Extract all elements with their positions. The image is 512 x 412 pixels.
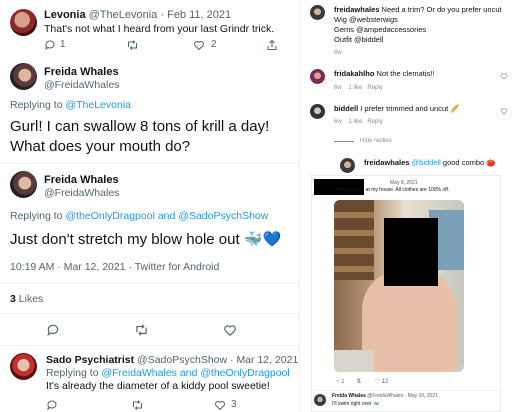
- like-icon[interactable]: [193, 39, 205, 51]
- comment3-text: I prefer trimmed and uncut: [360, 104, 449, 113]
- comment1-text: Need a trim? Or do you prefer uncut: [381, 5, 502, 14]
- tweet1-handle[interactable]: @TheLevonia: [89, 9, 158, 21]
- biddell-avatar[interactable]: [310, 104, 325, 119]
- tweet1-header: Levonia @TheLevonia · Feb 11, 2021: [44, 9, 232, 21]
- mention-link[interactable]: @FreidaWhales: [101, 367, 176, 379]
- mention-link[interactable]: @SadoPsychShow: [178, 210, 268, 222]
- reply-icon[interactable]: [46, 323, 60, 337]
- heart-icon[interactable]: [500, 107, 508, 115]
- freidawhales-avatar[interactable]: [340, 158, 355, 173]
- reply-icon[interactable]: ○: [336, 379, 340, 385]
- shot-date: May 8, 2021: [390, 180, 418, 186]
- comment3: biddell I prefer trimmed and uncut 🥖: [334, 104, 460, 114]
- divider: [334, 141, 354, 142]
- tweet3-replying: Replying to @theOnlyDragpool and @SadoPs…: [10, 210, 269, 222]
- whale-heart-emoji: 🐳💙: [243, 231, 282, 248]
- retweet-icon[interactable]: [126, 39, 139, 51]
- tweet2-handle[interactable]: @FreidaWhales: [44, 79, 119, 91]
- fridakahlho-avatar[interactable]: [310, 69, 325, 84]
- hide-replies-button[interactable]: Hide replies: [360, 138, 392, 144]
- tweet3-handle[interactable]: @FreidaWhales: [44, 187, 119, 199]
- face-redaction: [384, 218, 438, 286]
- tweet4-replying: Replying to @FreidaWhales and @theOnlyDr…: [46, 367, 290, 379]
- bookshelf: [334, 200, 374, 280]
- reply-icon[interactable]: [46, 399, 58, 411]
- mention-link[interactable]: @theOnlyDragpool: [65, 210, 154, 222]
- comment3-likes[interactable]: 1 like: [348, 119, 362, 125]
- comment3-meta: 6w 1 like Reply: [334, 119, 383, 125]
- comment4-mention[interactable]: @biddell: [412, 158, 441, 167]
- levonia-avatar[interactable]: [10, 9, 37, 36]
- like-icon[interactable]: [223, 323, 237, 337]
- comment2: fridakahlho Not the clematis!!: [334, 69, 434, 79]
- tweet4-header: Sado Psychiatrist @SadoPsychShow · Mar 1…: [46, 354, 299, 366]
- like-icon[interactable]: [214, 399, 226, 411]
- reply-icon[interactable]: [44, 39, 56, 51]
- freidawhales-avatar[interactable]: [310, 5, 325, 20]
- comment1-line2: Wig @websterwigs: [334, 15, 398, 24]
- shot-text: Having a sale at my house. All clothes a…: [334, 187, 450, 193]
- shot-actions: ○ 1 ⇅ ♡ 12: [336, 379, 389, 385]
- tweet4-name[interactable]: Sado Psychiatrist: [46, 354, 134, 366]
- comment1-line4: Outfit @biddell: [334, 35, 384, 44]
- shot-reply-header: Freida Whales @FreidaWhales · May 10, 20…: [332, 393, 438, 399]
- comment2-reply-button[interactable]: Reply: [367, 85, 382, 91]
- mention-link[interactable]: @TheLevonia: [65, 99, 131, 111]
- comment1-user[interactable]: freidawhales: [334, 5, 379, 14]
- mention-link[interactable]: @theOnlyDragpool: [200, 367, 289, 379]
- comment1-line3: Gems @ampedaccessories: [334, 25, 427, 34]
- clothes-pile: [334, 350, 374, 372]
- heart-icon[interactable]: [500, 72, 508, 80]
- comment4-text: good combo: [442, 158, 485, 167]
- twitter-thread: Levonia @TheLevonia · Feb 11, 2021 That'…: [0, 0, 300, 412]
- comment4-user[interactable]: freidawhales: [364, 158, 409, 167]
- comment3-user[interactable]: biddell: [334, 104, 358, 113]
- tweet3-likes[interactable]: 3 Likes: [10, 293, 43, 305]
- shot-reply-text: I'll swim right over 🐳: [332, 401, 380, 407]
- comment3-reply-button[interactable]: Reply: [367, 119, 382, 125]
- shot-photo[interactable]: [334, 200, 464, 372]
- tweet2-name[interactable]: Freida Whales: [44, 66, 119, 78]
- tweet4-like-count: 3: [231, 399, 237, 410]
- tweet1-date[interactable]: Feb 11, 2021: [167, 9, 231, 21]
- freida-avatar[interactable]: [10, 171, 37, 198]
- tweet4-handle[interactable]: @SadoPsychShow: [137, 354, 227, 366]
- tweet3-name[interactable]: Freida Whales: [44, 174, 119, 186]
- tweet3-text: Just don't stretch my blow hole out: [10, 231, 240, 248]
- comment2-meta: 6w 1 like Reply: [334, 85, 383, 91]
- tweet4-text: It's already the diameter of a kiddy poo…: [46, 380, 270, 392]
- comment2-text: Not the clematis!!: [376, 69, 435, 78]
- sado-avatar[interactable]: [10, 353, 37, 380]
- like-icon[interactable]: ♡: [375, 379, 380, 385]
- tweet1-like-count: 2: [211, 39, 217, 50]
- tomato-emoji: 🍅: [486, 158, 496, 167]
- comment1-age: 6w: [334, 50, 342, 56]
- tweet1-text: That's not what I heard from your last G…: [44, 23, 275, 35]
- tweet3-timestamp[interactable]: 10:19 AM · Mar 12, 2021 · Twitter for An…: [10, 261, 219, 273]
- baguette-emoji: 🥖: [450, 104, 460, 113]
- comment2-likes[interactable]: 1 like: [348, 85, 362, 91]
- comment4: freidawhales @biddell good combo 🍅: [364, 158, 496, 168]
- tweet3-text-row: Just don't stretch my blow hole out 🐳💙: [10, 229, 281, 251]
- tweet2-text: Gurl! I can swallow 8 tons of krill a da…: [10, 118, 270, 155]
- retweet-icon[interactable]: ⇅: [356, 379, 361, 385]
- share-icon[interactable]: [266, 39, 278, 51]
- retweet-icon[interactable]: [134, 323, 149, 337]
- tweet2-replying: Replying to @TheLevonia: [10, 99, 131, 111]
- retweet-icon[interactable]: [131, 399, 144, 411]
- comment1: freidawhales Need a trim? Or do you pref…: [334, 5, 510, 58]
- embedded-tweet-screenshot: May 8, 2021 Having a sale at my house. A…: [311, 175, 501, 412]
- tweet1-name[interactable]: Levonia: [44, 9, 86, 21]
- freida-avatar[interactable]: [314, 394, 326, 406]
- comment2-user[interactable]: fridakahlho: [334, 69, 374, 78]
- tweet4-date[interactable]: Mar 12, 2021: [236, 354, 298, 366]
- freida-avatar[interactable]: [10, 63, 37, 90]
